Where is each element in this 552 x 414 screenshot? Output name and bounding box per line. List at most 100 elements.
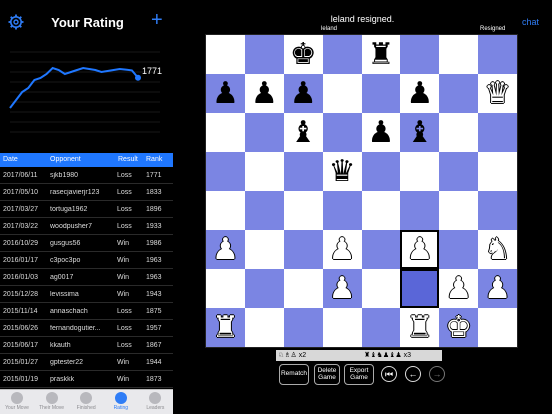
board-square[interactable] xyxy=(283,230,323,269)
history-row[interactable]: 2015/12/28 levissima Win 1943 xyxy=(0,286,173,303)
board-square[interactable] xyxy=(478,308,517,347)
board-square[interactable] xyxy=(283,152,323,191)
board-square[interactable]: ♜ xyxy=(400,308,440,347)
white-pawn-icon[interactable]: ♟ xyxy=(212,234,239,265)
board-square[interactable]: ♛ xyxy=(322,152,362,191)
board-square[interactable] xyxy=(244,191,284,230)
history-row[interactable]: 2015/11/14 annaschach Loss 1875 xyxy=(0,303,173,320)
black-pawn-icon[interactable]: ♟ xyxy=(367,117,394,148)
black-pawn-icon[interactable]: ♟ xyxy=(406,78,433,109)
board-square[interactable]: ♜ xyxy=(361,35,401,74)
chess-board[interactable]: ♚ ♜ ♟ ♟ ♟ ♟ ♛ ♝ ♟ ♝ ♛ ♟ ♟ ♟ ♞ ♟ ♟ ♟ ♜ ♜ ♚ xyxy=(205,34,518,348)
white-pawn-icon[interactable]: ♟ xyxy=(329,234,356,265)
board-square[interactable] xyxy=(283,191,323,230)
history-row[interactable]: 2016/01/17 c3poc3po Win 1963 xyxy=(0,252,173,269)
board-square[interactable] xyxy=(400,35,440,74)
board-square[interactable] xyxy=(322,308,362,347)
board-square[interactable]: ♛ xyxy=(478,74,517,113)
board-square[interactable] xyxy=(478,35,517,74)
board-square[interactable]: ♟ xyxy=(206,74,245,113)
board-square[interactable] xyxy=(244,35,284,74)
game-history-list[interactable]: 2017/06/11 sjkb1980 Loss 1771 2017/05/10 rase… xyxy=(0,167,173,389)
board-square[interactable] xyxy=(478,152,517,191)
board-square[interactable] xyxy=(361,152,401,191)
black-pawn-icon[interactable]: ♟ xyxy=(290,78,317,109)
board-square[interactable] xyxy=(439,74,479,113)
board-square[interactable] xyxy=(322,35,362,74)
col-result[interactable]: Result xyxy=(118,156,138,163)
tab-leaders[interactable]: Leaders xyxy=(138,390,172,414)
plus-icon[interactable]: + xyxy=(151,10,163,30)
delete-game-button[interactable]: Delete Game xyxy=(314,364,340,385)
board-square[interactable] xyxy=(244,152,284,191)
board-square[interactable] xyxy=(361,308,401,347)
board-square[interactable]: ♝ xyxy=(283,113,323,152)
export-game-button[interactable]: Export Game xyxy=(344,364,374,385)
board-square[interactable] xyxy=(206,191,245,230)
board-square[interactable]: ♟ xyxy=(478,269,517,308)
board-square[interactable]: ♟ xyxy=(322,269,362,308)
board-square[interactable]: ♟ xyxy=(283,74,323,113)
first-move-icon[interactable]: ⏮ xyxy=(381,366,397,382)
history-row[interactable]: 2017/03/22 woodpusher7 Loss 1933 xyxy=(0,218,173,235)
history-row[interactable]: 2017/06/11 sjkb1980 Loss 1771 xyxy=(0,167,173,184)
history-row[interactable]: 2015/01/27 gptester22 Win 1944 xyxy=(0,354,173,371)
black-pawn-icon[interactable]: ♟ xyxy=(251,78,278,109)
board-square[interactable]: ♞ xyxy=(478,230,517,269)
board-square[interactable] xyxy=(283,269,323,308)
board-square[interactable] xyxy=(322,191,362,230)
board-square[interactable]: ♟ xyxy=(206,230,245,269)
rematch-button[interactable]: Rematch xyxy=(279,364,309,385)
board-square[interactable]: ♟ xyxy=(244,74,284,113)
board-square[interactable] xyxy=(206,35,245,74)
board-square[interactable] xyxy=(400,269,440,308)
board-square[interactable] xyxy=(361,74,401,113)
board-square[interactable]: ♟ xyxy=(400,230,440,269)
history-row[interactable]: 2017/05/10 rasecjavierjr123 Loss 1833 xyxy=(0,184,173,201)
previous-move-icon[interactable]: ← xyxy=(405,366,421,382)
board-square[interactable] xyxy=(439,113,479,152)
white-rook-icon[interactable]: ♜ xyxy=(406,312,433,343)
board-square[interactable] xyxy=(361,269,401,308)
board-square[interactable] xyxy=(206,152,245,191)
board-square[interactable] xyxy=(206,269,245,308)
black-pawn-icon[interactable]: ♟ xyxy=(212,78,239,109)
board-square[interactable]: ♟ xyxy=(400,74,440,113)
board-square[interactable] xyxy=(283,308,323,347)
history-row[interactable]: 2016/10/29 gusgus56 Win 1986 xyxy=(0,235,173,252)
board-square[interactable] xyxy=(244,269,284,308)
board-square[interactable] xyxy=(361,230,401,269)
tab-their-move[interactable]: Their Move xyxy=(35,390,69,414)
board-square[interactable] xyxy=(439,191,479,230)
tab-rating[interactable]: Rating xyxy=(104,390,138,414)
history-row[interactable]: 2015/06/17 kkauth Loss 1867 xyxy=(0,337,173,354)
white-king-icon[interactable]: ♚ xyxy=(445,312,472,343)
col-date[interactable]: Date xyxy=(3,156,18,163)
board-square[interactable] xyxy=(322,74,362,113)
board-square[interactable] xyxy=(361,191,401,230)
board-square[interactable]: ♟ xyxy=(322,230,362,269)
board-square[interactable]: ♚ xyxy=(283,35,323,74)
history-row[interactable]: 2015/06/26 fernandogutier... Loss 1957 xyxy=(0,320,173,337)
black-bishop-icon[interactable]: ♝ xyxy=(290,117,317,148)
white-pawn-icon[interactable]: ♟ xyxy=(406,234,433,265)
board-square[interactable] xyxy=(244,230,284,269)
gear-icon[interactable] xyxy=(8,14,24,30)
tab-finished[interactable]: Finished xyxy=(69,390,103,414)
black-rook-icon[interactable]: ♜ xyxy=(367,39,394,70)
board-square[interactable] xyxy=(439,152,479,191)
board-square[interactable] xyxy=(439,35,479,74)
board-square[interactable]: ♚ xyxy=(439,308,479,347)
next-move-icon[interactable]: → xyxy=(429,366,445,382)
white-pawn-icon[interactable]: ♟ xyxy=(484,273,511,304)
white-pawn-icon[interactable]: ♟ xyxy=(329,273,356,304)
board-square[interactable]: ♟ xyxy=(361,113,401,152)
history-row[interactable]: 2016/01/03 ag0017 Win 1963 xyxy=(0,269,173,286)
board-square[interactable] xyxy=(244,308,284,347)
history-row[interactable]: 2015/01/19 praskkk Win 1873 xyxy=(0,371,173,388)
tab-your-move[interactable]: Your Move xyxy=(0,390,34,414)
white-rook-icon[interactable]: ♜ xyxy=(212,312,239,343)
history-row[interactable]: 2017/03/27 tortuga1962 Loss 1896 xyxy=(0,201,173,218)
chat-button[interactable]: chat xyxy=(522,17,539,27)
black-king-icon[interactable]: ♚ xyxy=(290,39,317,70)
